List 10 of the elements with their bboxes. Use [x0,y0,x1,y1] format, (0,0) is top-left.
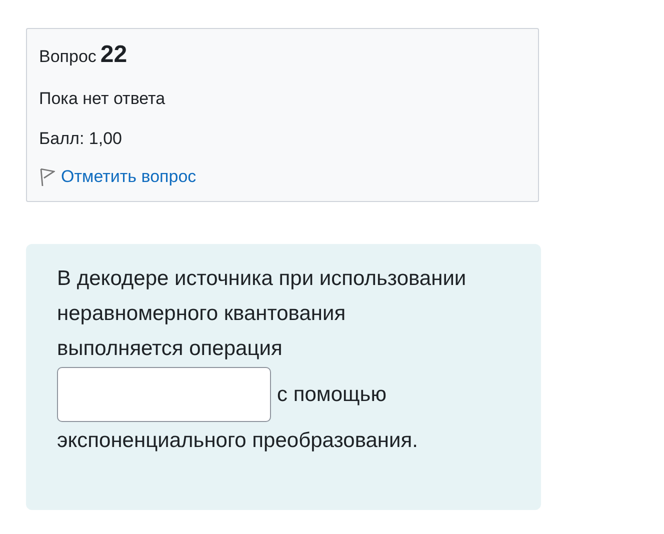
question-text: В декодере источника при использовании неравномерного квантования выполняется операция [57,266,468,362]
question-number: 22 [100,41,128,69]
question-label: Вопрос [39,47,96,67]
answer-field[interactable] [57,367,271,422]
flag-icon[interactable] [39,167,55,187]
answer-status: Пока нет ответа [39,89,166,109]
flag-question-link[interactable]: Отметить вопрос [61,167,196,187]
grade-text: Балл: 1,00 [39,129,123,149]
question-text: с помощью [277,382,386,408]
question-text: экспоненциального преобразования. [57,428,419,454]
